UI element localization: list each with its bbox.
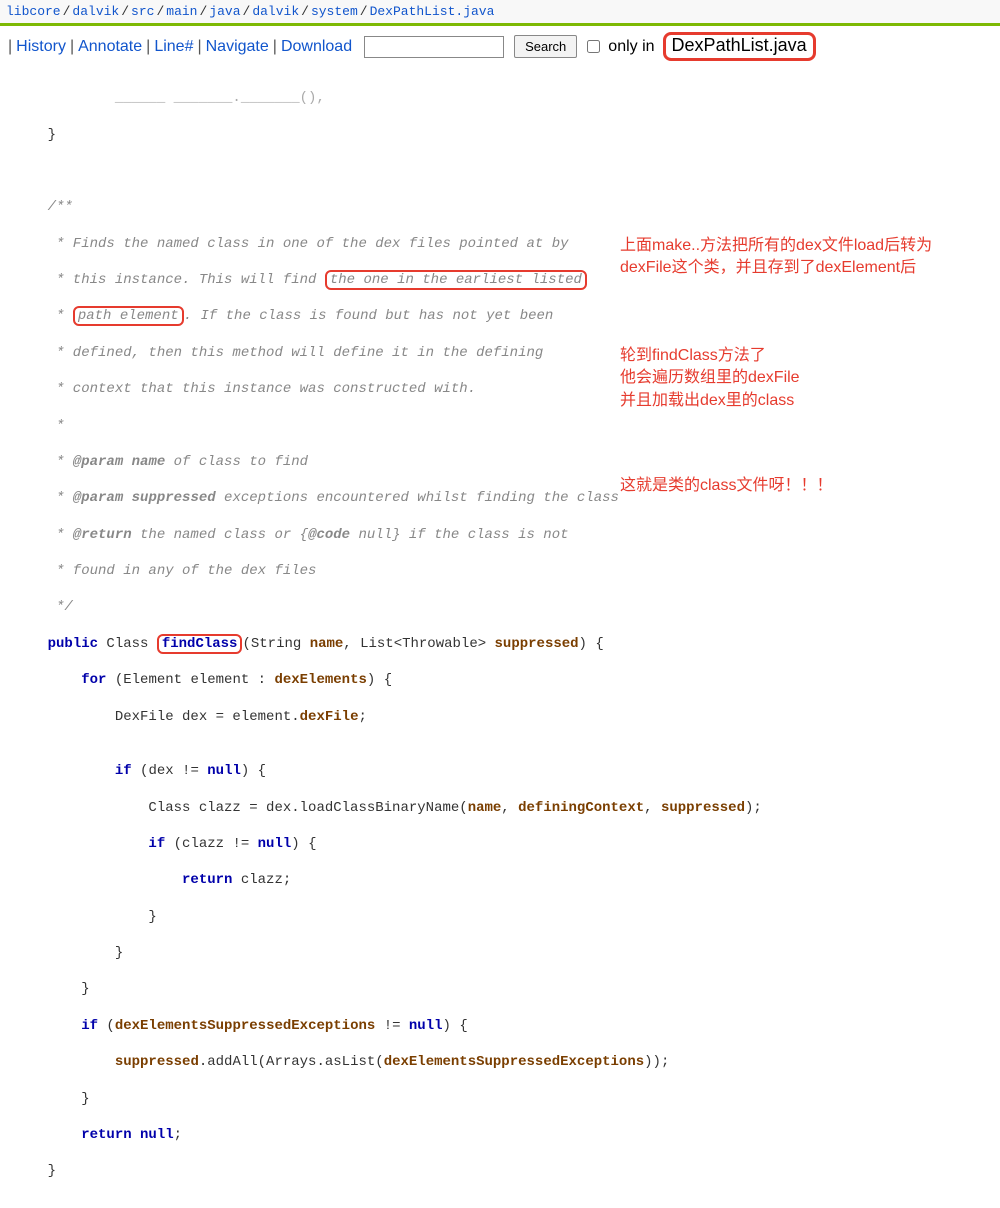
method-signature: public Class findClass(String name, List… — [14, 635, 986, 653]
breadcrumb-item[interactable]: src — [131, 4, 154, 19]
filename-highlight: DexPathList.java — [663, 32, 816, 61]
breadcrumb-item[interactable]: main — [166, 4, 197, 19]
search-input[interactable] — [364, 36, 504, 58]
toolbar: | History | Annotate | Line# | Navigate … — [0, 26, 1000, 67]
breadcrumb-item[interactable]: system — [311, 4, 358, 19]
history-link[interactable]: History — [16, 38, 66, 56]
highlight-earliest: the one in the earliest listed — [325, 270, 587, 290]
linenum-link[interactable]: Line# — [154, 38, 193, 56]
breadcrumb-item[interactable]: dalvik — [252, 4, 299, 19]
annotate-link[interactable]: Annotate — [78, 38, 142, 56]
only-in-label: only in — [608, 38, 654, 56]
search-button[interactable]: Search — [514, 35, 577, 58]
breadcrumb-item[interactable]: libcore — [6, 4, 61, 19]
breadcrumb-item[interactable]: DexPathList.java — [370, 4, 495, 19]
highlight-findclass: findClass — [157, 634, 243, 654]
annotation-3: 这就是类的class文件呀！！！ — [620, 475, 980, 497]
navigate-link[interactable]: Navigate — [206, 38, 269, 56]
only-in-checkbox[interactable] — [587, 40, 600, 53]
breadcrumb-item[interactable]: java — [209, 4, 240, 19]
annotation-2: 轮到findClass方法了 他会遍历数组里的dexFile 并且加载出dex里… — [620, 345, 980, 412]
breadcrumb: libcore/dalvik/src/main/java/dalvik/syst… — [0, 0, 1000, 23]
download-link[interactable]: Download — [281, 38, 352, 56]
annotation-1: 上面make..方法把所有的dex文件load后转为dexFile这个类，并且存… — [620, 235, 980, 280]
breadcrumb-item[interactable]: dalvik — [72, 4, 119, 19]
source-code: ______ _______._______(), } /** * Finds … — [0, 67, 1000, 1208]
highlight-pathelement: path element — [73, 306, 184, 326]
